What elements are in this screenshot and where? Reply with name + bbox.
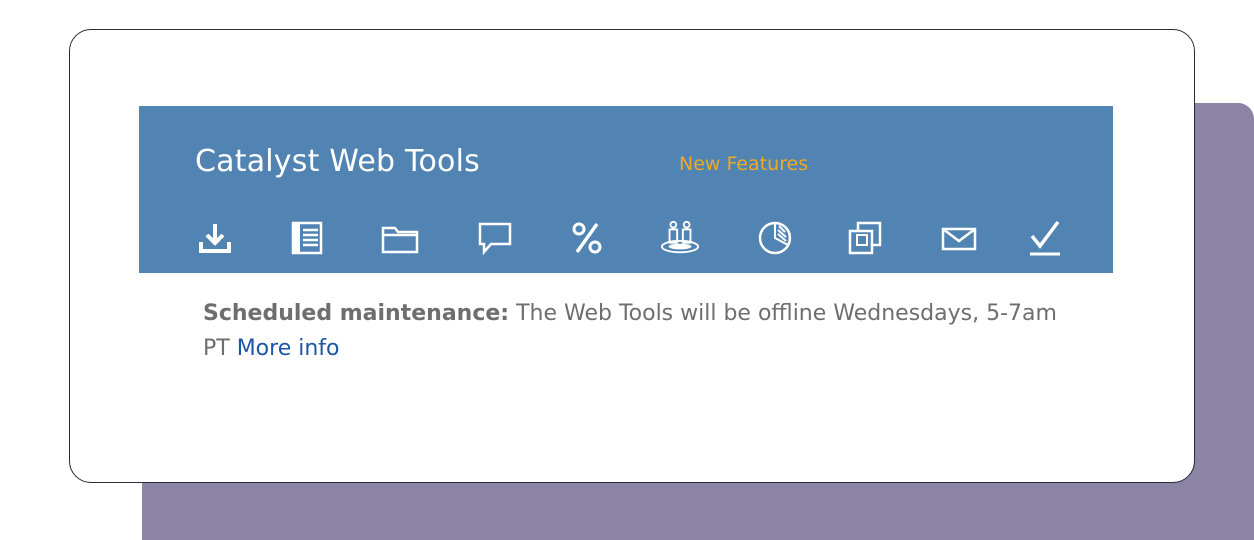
app-title: Catalyst Web Tools — [195, 144, 480, 179]
toolbar — [195, 216, 1060, 260]
checkmark-icon[interactable] — [1025, 216, 1065, 260]
percent-icon[interactable] — [567, 216, 607, 260]
maintenance-notice: Scheduled maintenance: The Web Tools wil… — [203, 296, 1083, 366]
more-info-link[interactable]: More info — [237, 336, 340, 361]
header-banner: Catalyst Web Tools New Features — [139, 106, 1113, 273]
folder-icon[interactable] — [380, 216, 420, 260]
download-icon[interactable] — [195, 216, 235, 260]
notice-label: Scheduled maintenance: — [203, 301, 510, 326]
chart-icon[interactable] — [755, 216, 795, 260]
chat-icon[interactable] — [475, 216, 515, 260]
copy-icon[interactable] — [845, 216, 885, 260]
new-features-link[interactable]: New Features — [679, 153, 808, 175]
mail-icon[interactable] — [939, 216, 979, 260]
list-icon[interactable] — [287, 216, 327, 260]
people-icon[interactable] — [660, 216, 700, 260]
